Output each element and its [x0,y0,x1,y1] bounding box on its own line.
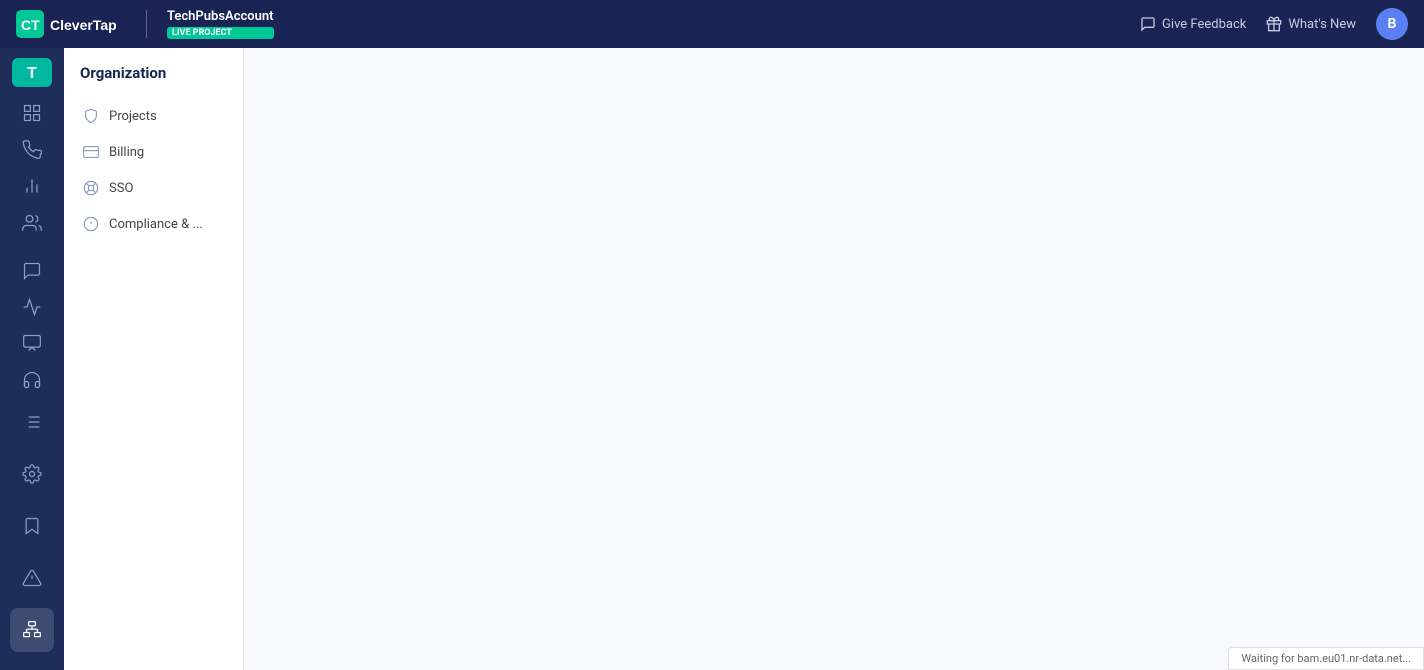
account-info: TechPubsAccount LIVE PROJECT [167,9,274,39]
give-feedback-button[interactable]: Give Feedback [1140,16,1246,32]
sidebar-item-alert[interactable] [10,556,54,600]
list-icon [22,412,42,432]
gift-icon [1266,16,1282,32]
dashboard-icon [22,103,42,123]
whats-new-button[interactable]: What's New [1266,16,1356,32]
sidebar-item-phone[interactable] [10,134,54,166]
sidebar-item-dashboard[interactable] [10,97,54,129]
settings-icon [22,464,42,484]
status-text: Waiting for bam.eu01.nr-data.net... [1241,652,1411,665]
sidebar-item-chat[interactable] [10,255,54,287]
svg-text:CleverTap: CleverTap [50,17,117,33]
org-menu-billing[interactable]: Billing [64,134,243,170]
flow-icon [22,297,42,317]
phone-icon [22,140,42,160]
sidebar-bottom-section [10,398,54,670]
campaign-icon [22,333,42,353]
feedback-icon [1140,16,1156,32]
users-icon [22,213,42,233]
clevertap-logo[interactable]: CT CleverTap [16,10,126,38]
project-tile[interactable]: T [12,58,52,87]
sidebar-item-support[interactable] [10,364,54,396]
sso-icon [83,180,99,196]
sidebar-item-flow[interactable] [10,291,54,323]
sidebar-item-users[interactable] [10,206,54,238]
sidebar-item-chart[interactable] [10,170,54,202]
topnav-right: Give Feedback What's New B [1140,8,1408,40]
user-avatar[interactable]: B [1376,8,1408,40]
org-icon [22,620,42,640]
sidebar-item-list[interactable] [10,400,54,444]
support-icon [22,370,42,390]
org-sidebar-title: Organization [64,64,243,98]
sidebar-item-bookmark[interactable] [10,504,54,548]
org-menu-projects[interactable]: Projects [64,98,243,134]
projects-icon [83,108,99,124]
org-menu-sso[interactable]: SSO [64,170,243,206]
live-badge: LIVE PROJECT [167,27,274,39]
sidebar-item-org[interactable] [10,608,54,652]
sidebar-item-campaign[interactable] [10,327,54,359]
nav-divider [146,10,147,38]
chart-icon [22,176,42,196]
alert-icon [22,568,42,588]
org-menu-compliance[interactable]: Compliance & ... [64,206,243,242]
chat-icon [22,261,42,281]
logo-area: CT CleverTap TechPubsAccount LIVE PROJEC… [16,9,274,39]
org-sidebar: Organization Projects Billing SSO Compli… [64,48,244,670]
compliance-icon [83,216,99,232]
svg-text:CT: CT [21,17,40,33]
account-name: TechPubsAccount [167,9,274,25]
bookmark-icon [22,516,42,536]
status-bar: Waiting for bam.eu01.nr-data.net... [1228,647,1424,670]
main-content [244,48,1424,670]
sidebar-item-settings[interactable] [10,452,54,496]
billing-icon [83,144,99,160]
top-navigation: CT CleverTap TechPubsAccount LIVE PROJEC… [0,0,1424,48]
icon-sidebar: T [0,48,64,670]
